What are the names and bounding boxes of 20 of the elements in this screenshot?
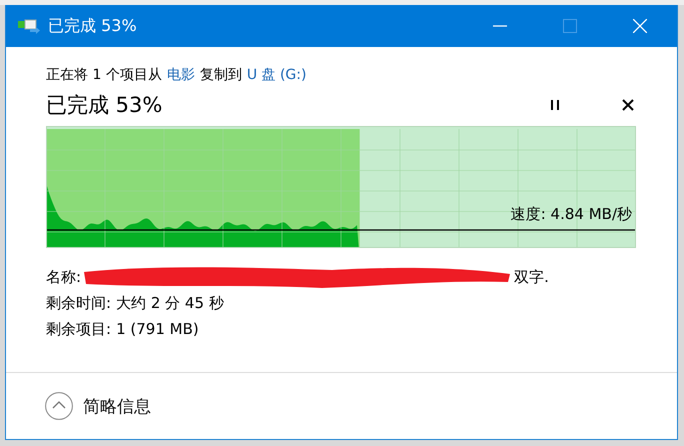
close-icon <box>633 19 647 33</box>
maximize-icon <box>563 19 577 33</box>
detail-value: 大约 2 分 45 秒 <box>116 294 224 312</box>
speed-label: 速度: 4.84 MB/秒 <box>510 204 632 224</box>
window-title: 已完成 53% <box>48 16 137 36</box>
details-toggle-button[interactable]: 简略信息 <box>45 392 151 420</box>
close-icon <box>622 99 634 111</box>
folder-link[interactable]: 电影 <box>166 65 195 85</box>
copy-icon <box>18 18 40 34</box>
caption-text: 正在将 1 个项目从 <box>46 66 162 85</box>
folder-link[interactable]: U 盘 (G:) <box>246 65 306 85</box>
detail-label: 剩余时间: <box>46 294 112 312</box>
minimize-icon <box>493 25 507 27</box>
detail-label: 剩余项目: <box>46 320 112 338</box>
detail-label: 名称: <box>46 268 82 286</box>
detail-value: 1 (791 MB) <box>116 320 199 338</box>
detail-value: 双字. <box>514 268 549 286</box>
progress-heading: 已完成 53% <box>46 92 162 119</box>
caption-text: 复制到 <box>200 66 242 85</box>
pause-icon <box>550 99 560 111</box>
